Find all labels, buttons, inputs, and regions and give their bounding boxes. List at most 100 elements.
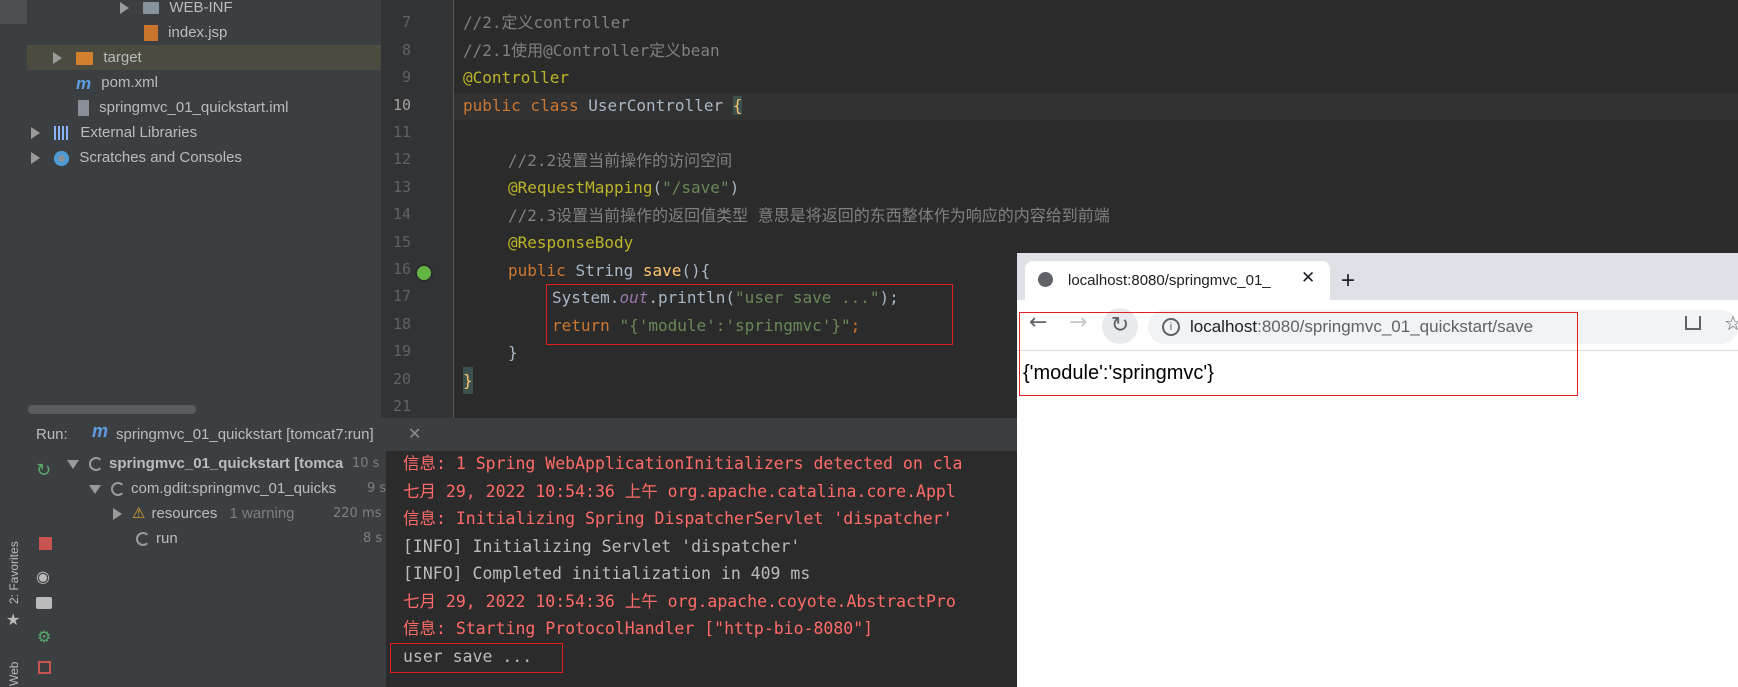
spinner-icon	[111, 482, 125, 497]
star-icon: ★	[6, 610, 21, 629]
paren: )	[729, 178, 740, 197]
tree-item-target[interactable]: target	[53, 45, 142, 70]
console-line: 信息: Starting ProtocolHandler ["http-bio-…	[403, 619, 874, 638]
eye-icon[interactable]: ◉	[36, 567, 50, 586]
globe-icon	[1038, 272, 1053, 287]
line-number: 18	[392, 314, 411, 333]
expand-arrow-icon[interactable]	[53, 52, 62, 65]
run-tree-label: run	[156, 530, 178, 547]
maven-icon: m	[92, 421, 109, 441]
line-number: 7	[401, 13, 411, 32]
line-number: 16	[392, 260, 411, 278]
console-line: 信息: 1 Spring WebApplicationInitializers …	[403, 454, 963, 473]
camera-icon[interactable]	[36, 597, 52, 609]
keyword: public	[508, 261, 576, 280]
run-tree-label: springmvc_01_quickstart [tomca	[109, 455, 344, 472]
run-tab-title[interactable]: springmvc_01_quickstart [tomcat7:run]	[116, 426, 374, 443]
line-number: 19	[392, 342, 411, 361]
code-line-12: //2.2设置当前操作的访问空间	[508, 151, 733, 170]
run-tree-item-root[interactable]: springmvc_01_quickstart [tomca	[67, 451, 343, 476]
run-tree-label: com.gdit:springmvc_01_quicks	[131, 480, 337, 497]
params: (){	[681, 261, 711, 280]
new-tab-icon[interactable]: +	[1341, 267, 1355, 295]
collapse-arrow-icon[interactable]	[89, 484, 101, 494]
tree-item-scratches[interactable]: Scratches and Consoles	[31, 145, 242, 170]
run-gutter-icon[interactable]	[415, 264, 433, 282]
run-time: 220 ms	[333, 506, 382, 521]
line-number: 15	[392, 232, 411, 251]
expand-arrow-icon[interactable]	[31, 127, 40, 140]
iml-file-icon	[78, 100, 89, 117]
run-tree-item-run[interactable]: run	[136, 526, 178, 551]
run-tree-item-module[interactable]: com.gdit:springmvc_01_quicks	[89, 476, 336, 501]
line-number: 21	[392, 397, 411, 415]
console-line: user save ...	[403, 646, 533, 666]
jsp-file-icon	[144, 25, 158, 42]
string: "/save"	[662, 178, 730, 197]
keyword: public class	[463, 96, 589, 115]
browser-tab-title: localhost:8080/springmvc_01_	[1068, 272, 1271, 289]
console-line: 信息: Initializing Spring DispatcherServle…	[403, 509, 953, 528]
stop-icon[interactable]	[39, 537, 52, 550]
bookmark-star-icon[interactable]: ☆	[1724, 311, 1738, 335]
console-line: [INFO] Initializing Servlet 'dispatcher'	[403, 536, 801, 556]
share-icon[interactable]	[1685, 316, 1701, 330]
favorites-tab[interactable]: 2: Favorites	[7, 541, 21, 604]
console-line: [INFO] Completed initialization in 409 m…	[403, 564, 811, 583]
run-panel-header: Run: m springmvc_01_quickstart [tomcat7:…	[27, 418, 1017, 452]
method-name: save	[642, 261, 682, 280]
code-line-8: //2.1使用@Controller定义bean	[463, 41, 720, 60]
exit-icon[interactable]	[38, 661, 51, 674]
code-line-10: public class UserController {	[463, 92, 743, 119]
code-line-15: @ResponseBody	[508, 233, 634, 252]
line-number: 14	[392, 205, 411, 224]
gutter-divider	[453, 0, 454, 418]
warning-note: 1 warning	[229, 505, 295, 522]
tree-item-external-libraries[interactable]: External Libraries	[31, 120, 197, 145]
spinner-icon	[136, 532, 150, 547]
tree-item-iml[interactable]: springmvc_01_quickstart.iml	[78, 95, 288, 120]
tree-item-pom-xml[interactable]: m pom.xml	[76, 70, 158, 95]
code-line-16: public String save(){	[508, 257, 710, 284]
warning-icon: ⚠	[132, 505, 146, 522]
folder-icon	[143, 2, 160, 15]
code-line-13: @RequestMapping("/save")	[508, 174, 739, 201]
structure-bar	[0, 0, 27, 24]
expand-arrow-icon[interactable]	[31, 152, 40, 165]
line-number: 10	[392, 95, 411, 114]
run-tree-item-resources[interactable]: ⚠ resources 1 warning	[113, 501, 295, 526]
tree-item-label: springmvc_01_quickstart.iml	[99, 99, 289, 116]
tree-item-label: pom.xml	[101, 74, 158, 91]
code-line-9: @Controller	[463, 68, 569, 87]
run-time: 8 s	[363, 531, 383, 546]
console-line: 七月 29, 2022 10:54:36 上午 org.apache.coyot…	[403, 591, 956, 611]
line-number: 8	[401, 40, 411, 59]
close-icon[interactable]: ✕	[408, 424, 421, 443]
rerun-icon[interactable]: ↻	[36, 460, 51, 481]
tree-item-label: index.jsp	[168, 24, 228, 41]
run-time: 10 s	[352, 456, 380, 471]
gear-icon[interactable]: ⚙	[37, 627, 51, 646]
close-icon[interactable]: ✕	[1301, 268, 1315, 288]
line-number: 12	[392, 150, 411, 169]
tree-item-label: target	[103, 49, 142, 66]
run-label: Run:	[36, 426, 68, 443]
browser-tab[interactable]: localhost:8080/springmvc_01_ ✕	[1025, 261, 1330, 300]
expand-arrow-icon[interactable]	[120, 2, 129, 15]
class-name: UserController	[588, 96, 733, 115]
folder-icon	[76, 51, 94, 65]
tree-horizontal-scrollbar[interactable]	[28, 405, 196, 414]
line-number: 17	[392, 287, 411, 306]
maven-icon: m	[76, 73, 92, 93]
tree-item-index-jsp[interactable]: index.jsp	[144, 20, 227, 45]
collapse-arrow-icon[interactable]	[67, 459, 79, 469]
web-tab[interactable]: Web	[7, 662, 21, 686]
run-toolbar: ↻ ◉ ⚙	[27, 451, 64, 687]
code-line-20: }	[463, 367, 473, 394]
tree-item-web-inf[interactable]: WEB-INF	[120, 0, 233, 20]
code-line-14: //2.3设置当前操作的返回值类型 意思是将返回的东西整体作为响应的内容给到前端	[508, 206, 1110, 225]
tree-item-label: WEB-INF	[169, 0, 233, 16]
tree-item-label: Scratches and Consoles	[79, 149, 242, 166]
expand-arrow-icon[interactable]	[113, 508, 122, 521]
run-time: 9 s	[367, 481, 387, 496]
